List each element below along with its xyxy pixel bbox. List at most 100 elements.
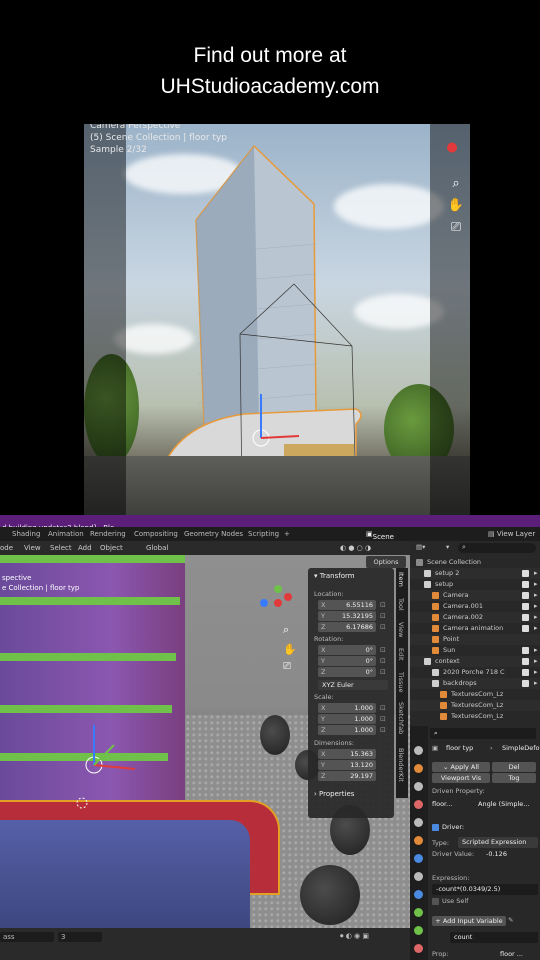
lock-icon[interactable]: ⊡ (380, 704, 386, 712)
menu-view[interactable]: View (24, 544, 41, 552)
tab-view[interactable]: View (397, 622, 405, 637)
rotation-x-field[interactable]: X 0° (318, 645, 376, 655)
render-viewport[interactable]: Camera Perspective (5) Scene Collection … (84, 124, 470, 526)
add-workspace-button[interactable]: + (284, 530, 290, 538)
lock-icon[interactable]: ⊡ (380, 612, 386, 620)
outliner-item[interactable]: Camera.001 ▸ (410, 601, 540, 612)
camera-view-icon[interactable]: ⎚ (446, 218, 466, 238)
data-tab-icon[interactable] (414, 926, 423, 935)
scale-y-field[interactable]: Y 1.000 (318, 714, 376, 724)
tab-item[interactable]: Item (397, 572, 405, 587)
outliner-item[interactable]: TexturesCom_Lz (410, 689, 540, 700)
properties-search-input[interactable]: ⌕ (430, 728, 536, 739)
add-input-variable-button[interactable]: + Add Input Variable (432, 916, 506, 926)
driven-object[interactable]: floor... (432, 800, 452, 808)
outliner-item[interactable]: Scene Collection (410, 557, 540, 568)
render-camera-icon[interactable]: ▸ (534, 601, 538, 612)
visibility-checkbox[interactable] (522, 603, 529, 610)
visibility-checkbox[interactable] (522, 625, 529, 632)
tab-edit[interactable]: Edit (397, 648, 405, 661)
tool-tab-icon[interactable] (414, 746, 423, 755)
playback-icons[interactable]: ⏺ ◐ ◉ ▣ (340, 932, 369, 941)
visibility-checkbox[interactable] (522, 614, 529, 621)
rotation-mode-dropdown[interactable]: XYZ Euler (318, 680, 388, 690)
apply-all-button[interactable]: ⌄ Apply All (432, 762, 490, 772)
scene-selector[interactable]: ▣ Scene (366, 530, 394, 541)
dimensions-y-field[interactable]: Y 13.120 (318, 760, 376, 770)
rotation-y-field[interactable]: Y 0° (318, 656, 376, 666)
modifier-tab-icon[interactable] (414, 854, 423, 863)
visibility-checkbox[interactable] (522, 592, 529, 599)
scale-x-field[interactable]: X 1.000 (318, 703, 376, 713)
expression-input[interactable]: -count*(0.0349/2.5) (432, 884, 538, 895)
render-camera-icon[interactable]: ▸ (534, 656, 538, 667)
zoom-icon[interactable]: ⌕ (446, 174, 466, 194)
render-camera-icon[interactable]: ▸ (534, 645, 538, 656)
outliner-item[interactable]: Camera ▸ (410, 590, 540, 601)
camera-view-icon[interactable]: ⎚ (283, 661, 291, 672)
lock-icon[interactable]: ⊡ (380, 623, 386, 631)
tab-tissue[interactable]: Tissue (397, 672, 405, 692)
axis-gizmo-icon[interactable] (258, 583, 298, 623)
gizmo-axis-icon[interactable]: ● (442, 138, 462, 158)
location-x-field[interactable]: X 6.55116 (318, 600, 376, 610)
outliner-item[interactable]: Point (410, 634, 540, 645)
render-camera-icon[interactable]: ▸ (534, 678, 538, 689)
tab-scripting[interactable]: Scripting (248, 530, 279, 538)
lock-icon[interactable]: ⊡ (380, 668, 386, 676)
render-camera-icon[interactable]: ▸ (534, 579, 538, 590)
tab-tool[interactable]: Tool (397, 598, 405, 611)
outliner-item[interactable]: context ▸ (410, 656, 540, 667)
menu-object[interactable]: Object (100, 544, 123, 552)
pan-hand-icon[interactable]: ✋ (283, 643, 297, 656)
outliner-item[interactable]: Camera.002 ▸ (410, 612, 540, 623)
options-dropdown[interactable]: Options (366, 556, 406, 568)
lock-icon[interactable]: ⊡ (380, 646, 386, 654)
editor-type-icon[interactable]: ▤▾ (416, 543, 425, 551)
scale-z-field[interactable]: Z 1.000 (318, 725, 376, 735)
constraints-tab-icon[interactable] (414, 908, 423, 917)
transform-orientation-selector[interactable]: Global (146, 544, 168, 552)
output-tab-icon[interactable] (414, 782, 423, 791)
visibility-checkbox[interactable] (522, 669, 529, 676)
tab-shading[interactable]: Shading (12, 530, 40, 538)
render-tab-icon[interactable] (414, 764, 423, 773)
location-z-field[interactable]: Z 6.17686 (318, 622, 376, 632)
render-camera-icon[interactable]: ▸ (534, 590, 538, 601)
render-camera-icon[interactable]: ▸ (534, 612, 538, 623)
visibility-checkbox[interactable] (522, 581, 529, 588)
tab-animation[interactable]: Animation (48, 530, 84, 538)
shading-mode-icons[interactable]: ◐ ● ○ ◑ (340, 544, 371, 552)
rotation-z-field[interactable]: Z 0° (318, 667, 376, 677)
scene-tab-icon[interactable] (414, 800, 423, 809)
render-camera-icon[interactable]: ▸ (534, 568, 538, 579)
outliner-item[interactable]: 2020 Porche 718 C ▸ (410, 667, 540, 678)
particles-tab-icon[interactable] (414, 872, 423, 881)
outliner-item[interactable]: setup ▸ (410, 579, 540, 590)
outliner-item[interactable]: Sun ▸ (410, 645, 540, 656)
modifier-name[interactable]: SimpleDefor (502, 744, 540, 752)
outliner-item[interactable]: backdrops ▸ (410, 678, 540, 689)
outliner-item[interactable]: setup 2 ▸ (410, 568, 540, 579)
visibility-checkbox[interactable] (522, 570, 529, 577)
dimensions-x-field[interactable]: X 15.363 (318, 749, 376, 759)
tab-geometry-nodes[interactable]: Geometry Nodes (184, 530, 243, 538)
tab-sketchfab[interactable]: Sketchfab (397, 702, 405, 734)
delete-button[interactable]: Del (492, 762, 536, 772)
frame-field[interactable]: 3 (58, 932, 102, 942)
driver-type-dropdown[interactable]: Scripted Expression (458, 837, 538, 848)
view-layer-selector[interactable]: ▤ View Layer (488, 530, 535, 538)
object-tab-icon[interactable] (414, 836, 423, 845)
tab-rendering[interactable]: Rendering (90, 530, 126, 538)
viewport-vis-button[interactable]: Viewport Vis (432, 773, 490, 783)
menu-add[interactable]: Add (78, 544, 92, 552)
driven-property[interactable]: Angle (Simple... (478, 800, 530, 808)
visibility-checkbox[interactable] (522, 647, 529, 654)
driver-checkbox[interactable] (432, 824, 439, 831)
location-y-field[interactable]: Y 15.32195 (318, 611, 376, 621)
zoom-icon[interactable]: ⌕ (283, 623, 289, 637)
prop-value[interactable]: floor ... (500, 950, 523, 958)
render-camera-icon[interactable]: ▸ (534, 623, 538, 634)
outliner-search-input[interactable]: ⌕ (458, 543, 536, 553)
physics-tab-icon[interactable] (414, 890, 423, 899)
